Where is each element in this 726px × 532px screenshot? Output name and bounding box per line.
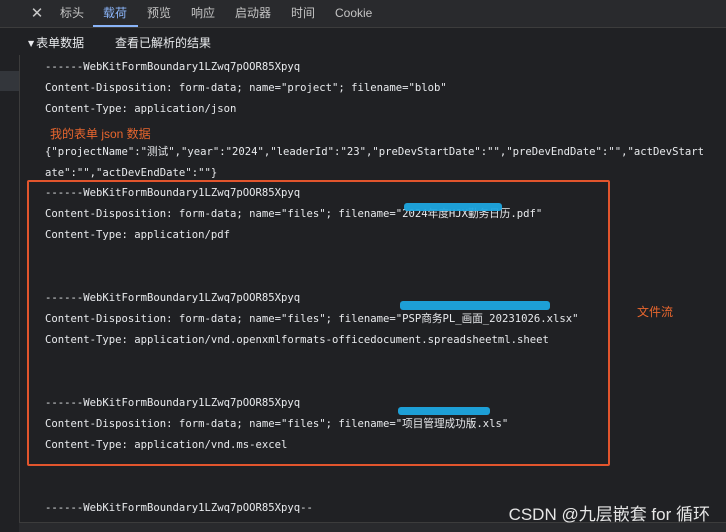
content-type-line: Content-Type: application/json [45,103,237,115]
closing-boundary-line: ------WebKitFormBoundary1LZwq7pOOR85Xpyq… [45,502,313,514]
form-data-section-header: ▼ 表单数据 查看已解析的结果 [19,28,726,55]
devtools-network-payload-panel: ✕ 标头 载荷 预览 响应 启动器 时间 Cookie ▼ 表单数据 查看已解析的… [0,0,726,532]
tab-preview[interactable]: 预览 [147,0,171,27]
tab-headers[interactable]: 标头 [60,0,84,27]
json-body-line-1: {"projectName":"测试","year":"2024","leade… [45,146,704,158]
tab-timing[interactable]: 时间 [291,0,315,27]
json-body-line-2: ate":"","actDevEndDate":""} [45,167,218,179]
json-data-annotation: 我的表单 json 数据 [50,127,151,141]
tab-response[interactable]: 响应 [191,0,215,27]
request-list-gutter [0,28,20,532]
file-stream-highlight-box [27,180,610,466]
redaction-mark [400,301,550,310]
redaction-mark [398,407,490,415]
selected-request-row[interactable] [0,71,19,91]
content-disposition-line: Content-Disposition: form-data; name="pr… [45,82,447,94]
tab-bar: ✕ 标头 载荷 预览 响应 启动器 时间 Cookie [0,0,726,28]
view-parsed-button[interactable]: 查看已解析的结果 [115,34,211,51]
tab-cookies[interactable]: Cookie [335,0,372,27]
form-data-title: 表单数据 [36,36,85,50]
tab-payload[interactable]: 载荷 [103,0,127,27]
triangle-down-icon: ▼ [28,39,35,48]
redaction-mark [404,203,502,211]
close-icon[interactable]: ✕ [26,3,48,23]
tab-initiator[interactable]: 启动器 [235,0,271,27]
file-stream-annotation: 文件流 [637,305,674,319]
boundary-line: ------WebKitFormBoundary1LZwq7pOOR85Xpyq [45,61,301,73]
form-data-toggle[interactable]: ▼ 表单数据 [28,34,84,51]
watermark: CSDN @九层嵌套 for 循环 [508,505,710,524]
active-tab-indicator [93,25,138,27]
